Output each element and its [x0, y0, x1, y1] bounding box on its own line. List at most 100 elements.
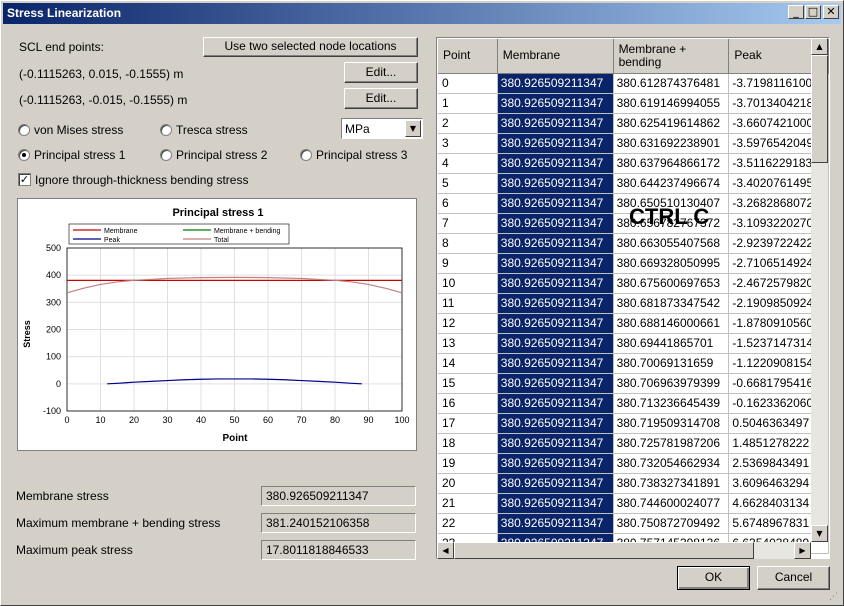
tresca-radio[interactable]	[160, 124, 172, 136]
cell-membrane[interactable]: 380.926509211347	[497, 453, 614, 474]
cell-membrane-bending[interactable]: 380.688146000661	[613, 313, 730, 334]
cell-membrane-bending[interactable]: 380.70069131659	[613, 353, 730, 374]
vertical-scroll-thumb[interactable]	[811, 55, 828, 163]
principal-3-radio[interactable]	[300, 149, 312, 161]
title-bar[interactable]: Stress Linearization	[3, 3, 841, 24]
cell-membrane[interactable]: 380.926509211347	[497, 113, 614, 134]
cell-point[interactable]: 7	[438, 213, 498, 234]
column-header-point[interactable]: Point	[438, 39, 498, 74]
table-row[interactable]: 0 380.926509211347 380.612874376481 -3.7198…	[438, 73, 829, 94]
cell-membrane-bending[interactable]: 380.738327341891	[613, 473, 730, 494]
cell-point[interactable]: 18	[438, 433, 498, 454]
cell-point[interactable]: 0	[438, 73, 498, 94]
vertical-scrollbar[interactable]: ▲ ▼	[811, 38, 828, 542]
cell-point[interactable]: 15	[438, 373, 498, 394]
cell-membrane-bending[interactable]: 380.750872709492	[613, 513, 730, 534]
edit-point-2-button[interactable]: Edit...	[344, 88, 418, 109]
cell-membrane-bending[interactable]: 380.631692238901	[613, 133, 730, 154]
ignore-bending-label[interactable]: Ignore through-thickness bending stress	[35, 173, 248, 187]
cell-membrane-bending[interactable]: 380.619146994055	[613, 93, 730, 114]
table-row[interactable]: 3 380.926509211347 380.631692238901 -3.5976…	[438, 133, 829, 154]
cell-membrane-bending[interactable]: 380.725781987206	[613, 433, 730, 454]
table-row[interactable]: 6 380.926509211347 380.650510130407 -3.2682…	[438, 193, 829, 214]
cell-membrane-bending[interactable]: 380.612874376481	[613, 73, 730, 94]
cell-membrane-bending[interactable]: 380.744600024077	[613, 493, 730, 514]
von-mises-label[interactable]: von Mises stress	[34, 123, 123, 137]
principal-1-radio[interactable]	[18, 149, 30, 161]
table-row[interactable]: 18 380.926509211347 380.725781987206 1.4851…	[438, 433, 829, 454]
cell-membrane[interactable]: 380.926509211347	[497, 473, 614, 494]
cell-membrane[interactable]: 380.926509211347	[497, 513, 614, 534]
table-row[interactable]: 17 380.926509211347 380.719509314708 0.5046…	[438, 413, 829, 434]
scroll-right-icon[interactable]: ▶	[794, 542, 811, 559]
cell-membrane[interactable]: 380.926509211347	[497, 253, 614, 274]
cell-membrane-bending[interactable]: 380.650510130407	[613, 193, 730, 214]
table-row[interactable]: 4 380.926509211347 380.637964866172 -3.5116…	[438, 153, 829, 174]
units-select[interactable]: MPa ▼	[341, 118, 423, 139]
von-mises-radio[interactable]	[18, 124, 30, 136]
results-table[interactable]: Point Membrane Membrane + bending Peak 0…	[436, 37, 830, 559]
cell-point[interactable]: 14	[438, 353, 498, 374]
cell-membrane[interactable]: 380.926509211347	[497, 133, 614, 154]
cell-membrane-bending[interactable]: 380.663055407568	[613, 233, 730, 254]
cell-membrane-bending[interactable]: 380.713236645439	[613, 393, 730, 414]
cell-point[interactable]: 21	[438, 493, 498, 514]
cell-point[interactable]: 13	[438, 333, 498, 354]
principal-2-radio[interactable]	[160, 149, 172, 161]
cell-membrane-bending[interactable]: 380.675600697653	[613, 273, 730, 294]
scroll-up-icon[interactable]: ▲	[811, 38, 828, 55]
cell-membrane[interactable]: 380.926509211347	[497, 73, 614, 94]
cell-membrane-bending[interactable]: 380.706963979399	[613, 373, 730, 394]
use-selected-nodes-button[interactable]: Use two selected node locations	[203, 37, 418, 57]
table-row[interactable]: 1 380.926509211347 380.619146994055 -3.7013…	[438, 93, 829, 114]
cell-membrane[interactable]: 380.926509211347	[497, 353, 614, 374]
table-row[interactable]: 13 380.926509211347 380.69441865701 -1.5237…	[438, 333, 829, 354]
cell-membrane-bending[interactable]: 380.69441865701	[613, 333, 730, 354]
cell-point[interactable]: 8	[438, 233, 498, 254]
cell-membrane[interactable]: 380.926509211347	[497, 393, 614, 414]
table-row[interactable]: 8 380.926509211347 380.663055407568 -2.9239…	[438, 233, 829, 254]
cell-point[interactable]: 17	[438, 413, 498, 434]
cell-point[interactable]: 9	[438, 253, 498, 274]
chevron-down-icon[interactable]: ▼	[405, 120, 421, 137]
resize-grip-icon[interactable]: ⋰	[829, 592, 841, 604]
cell-membrane[interactable]: 380.926509211347	[497, 293, 614, 314]
cell-membrane[interactable]: 380.926509211347	[497, 413, 614, 434]
cell-membrane[interactable]: 380.926509211347	[497, 373, 614, 394]
table-row[interactable]: 2 380.926509211347 380.625419614862 -3.6607…	[438, 113, 829, 134]
cell-membrane[interactable]: 380.926509211347	[497, 153, 614, 174]
table-row[interactable]: 10 380.926509211347 380.675600697653 -2.467…	[438, 273, 829, 294]
maximize-button[interactable]: □	[805, 5, 821, 19]
column-header-membrane[interactable]: Membrane	[497, 39, 614, 74]
cell-membrane[interactable]: 380.926509211347	[497, 233, 614, 254]
cell-point[interactable]: 2	[438, 113, 498, 134]
table-row[interactable]: 12 380.926509211347 380.688146000661 -1.878…	[438, 313, 829, 334]
cell-point[interactable]: 4	[438, 153, 498, 174]
table-row[interactable]: 9 380.926509211347 380.669328050995 -2.7106…	[438, 253, 829, 274]
table-row[interactable]: 19 380.926509211347 380.732054662934 2.5369…	[438, 453, 829, 474]
horizontal-scrollbar[interactable]: ◀ ▶	[437, 542, 811, 559]
cell-point[interactable]: 12	[438, 313, 498, 334]
ignore-bending-checkbox[interactable]: ✓	[18, 173, 31, 186]
cell-point[interactable]: 20	[438, 473, 498, 494]
principal-3-label[interactable]: Principal stress 3	[316, 148, 407, 162]
table-row[interactable]: 7 380.926509211347 380.656782767372 -3.1093…	[438, 213, 829, 234]
cell-point[interactable]: 1	[438, 93, 498, 114]
cell-membrane[interactable]: 380.926509211347	[497, 333, 614, 354]
principal-1-label[interactable]: Principal stress 1	[34, 148, 125, 162]
cell-point[interactable]: 6	[438, 193, 498, 214]
cell-membrane-bending[interactable]: 380.625419614862	[613, 113, 730, 134]
scroll-left-icon[interactable]: ◀	[437, 542, 454, 559]
cell-point[interactable]: 22	[438, 513, 498, 534]
table-row[interactable]: 22 380.926509211347 380.750872709492 5.6748…	[438, 513, 829, 534]
table-row[interactable]: 14 380.926509211347 380.70069131659 -1.1220…	[438, 353, 829, 374]
cell-membrane-bending[interactable]: 380.732054662934	[613, 453, 730, 474]
table-row[interactable]: 5 380.926509211347 380.644237496674 -3.4020…	[438, 173, 829, 194]
cell-membrane[interactable]: 380.926509211347	[497, 273, 614, 294]
cell-membrane-bending[interactable]: 380.644237496674	[613, 173, 730, 194]
cell-membrane-bending[interactable]: 380.656782767372	[613, 213, 730, 234]
ok-button[interactable]: OK	[677, 566, 750, 590]
table-row[interactable]: 21 380.926509211347 380.744600024077 4.6628…	[438, 493, 829, 514]
cell-point[interactable]: 10	[438, 273, 498, 294]
cell-membrane[interactable]: 380.926509211347	[497, 93, 614, 114]
